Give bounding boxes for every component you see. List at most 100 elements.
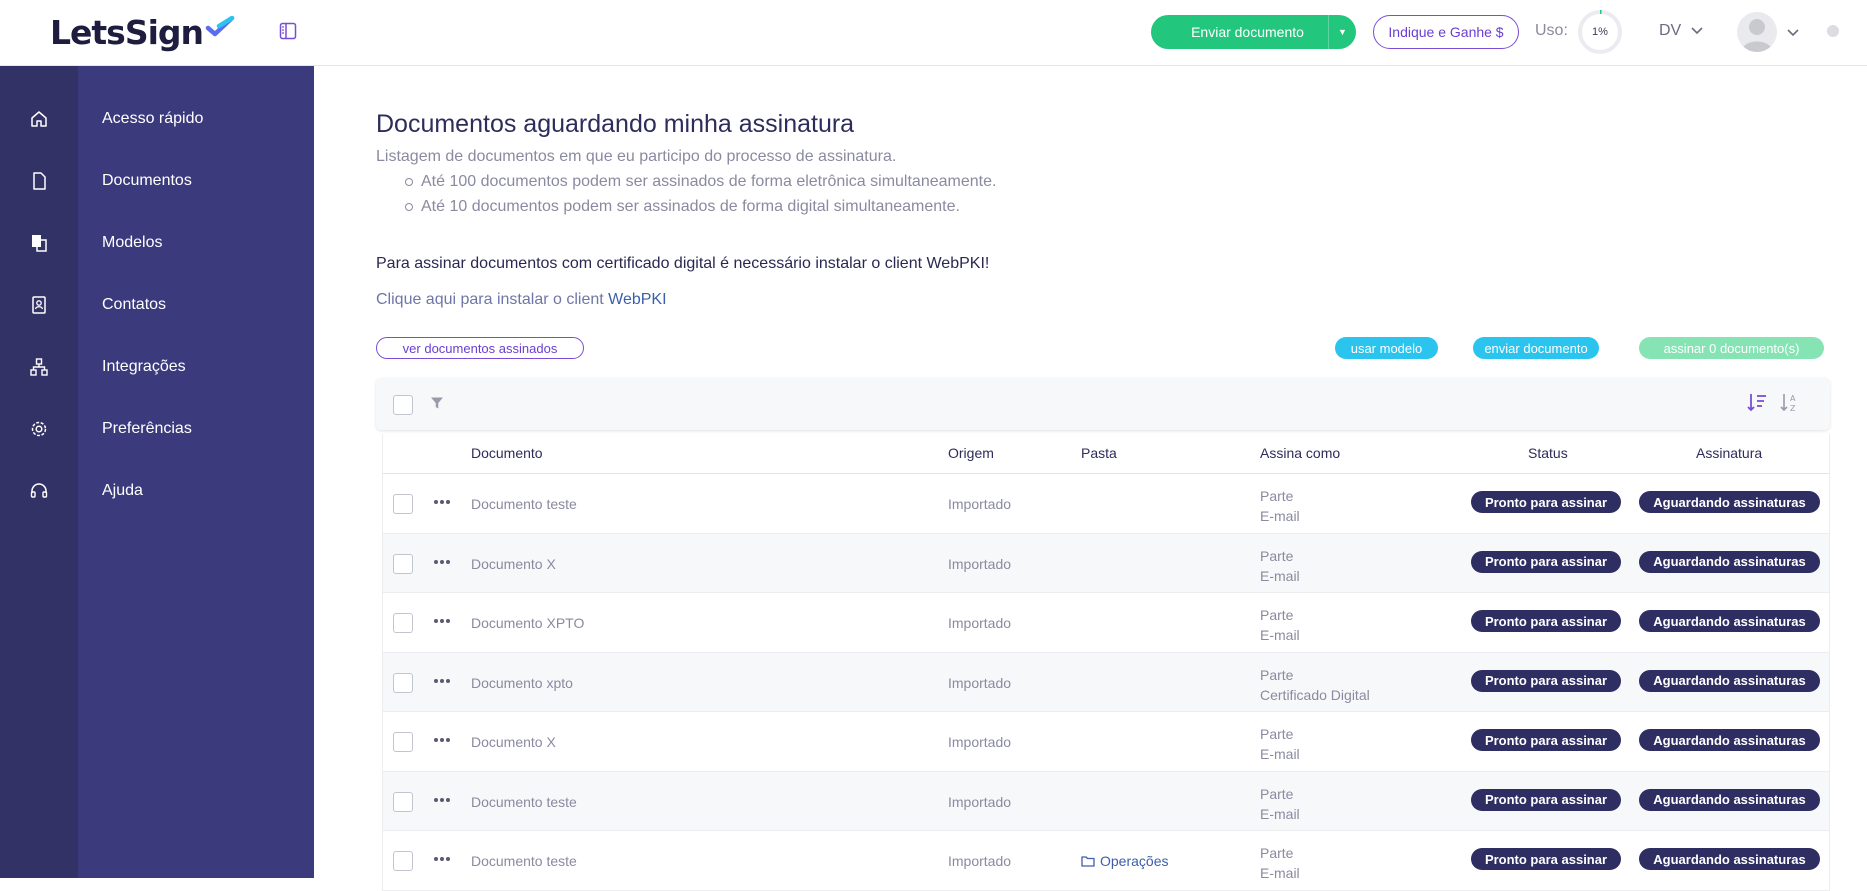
headset-icon: [0, 481, 78, 501]
avatar[interactable]: [1737, 12, 1777, 52]
page-subtitle: Listagem de documentos em que eu partici…: [376, 148, 897, 165]
document-name[interactable]: Documento teste: [471, 496, 577, 512]
documents-table: Documento Origem Pasta Assina como Statu…: [382, 434, 1830, 891]
refer-and-earn-button[interactable]: Indique e Ganhe $: [1373, 15, 1519, 49]
templates-icon: [0, 233, 78, 253]
sign-method: E-mail: [1260, 567, 1300, 584]
sidebar-item-documents[interactable]: Documentos: [0, 159, 314, 203]
select-all-checkbox[interactable]: [393, 395, 413, 415]
more-options-icon[interactable]: [431, 671, 453, 691]
column-header-status[interactable]: Status: [1528, 445, 1568, 461]
user-initials-menu[interactable]: DV: [1659, 22, 1703, 40]
sort-alphabetical-icon[interactable]: AZ: [1779, 392, 1801, 419]
signature-status-badge: Aguardando assinaturas: [1639, 669, 1820, 692]
send-document-label: Enviar documento: [1191, 24, 1304, 40]
document-name[interactable]: Documento X: [471, 734, 556, 750]
table-row[interactable]: Documento X Importado Parte E-mail Pronto pa…: [383, 533, 1829, 593]
filter-icon[interactable]: [430, 396, 444, 415]
sidebar-item-contacts[interactable]: Contatos: [0, 283, 314, 327]
install-webpki-link[interactable]: WebPKI: [608, 291, 666, 308]
table-row[interactable]: Documento teste Importado Parte E-mail Pront…: [383, 771, 1829, 831]
sidebar-item-quick-access[interactable]: Acesso rápido: [0, 97, 314, 141]
sidebar-item-label: Integrações: [102, 358, 186, 375]
signature-status-badge: Aguardando assinaturas: [1639, 550, 1820, 573]
sign-method: Certificado Digital: [1260, 686, 1370, 703]
folder-link[interactable]: Operações: [1081, 853, 1168, 869]
column-header-document[interactable]: Documento: [471, 445, 543, 461]
svg-text:Z: Z: [1790, 404, 1796, 413]
column-header-sign-as[interactable]: Assina como: [1260, 445, 1340, 461]
column-header-folder[interactable]: Pasta: [1081, 445, 1117, 461]
sidebar-item-label: Preferências: [102, 420, 192, 437]
use-template-button[interactable]: usar modelo: [1335, 337, 1438, 359]
limits-list: Até 100 documentos podem ser assinados d…: [404, 172, 996, 222]
send-document-small-button[interactable]: enviar documento: [1473, 337, 1599, 359]
more-options-icon[interactable]: [431, 730, 453, 750]
table-row[interactable]: Documento teste Importado Parte E-mail Pront…: [383, 474, 1829, 534]
sidebar-item-label: Modelos: [102, 234, 163, 251]
sidebar-item-preferences[interactable]: Preferências: [0, 407, 314, 451]
sidebar-item-integrations[interactable]: Integrações: [0, 345, 314, 389]
document-origin: Importado: [948, 555, 1012, 572]
row-checkbox[interactable]: [393, 791, 413, 812]
logo[interactable]: LetsSign: [50, 12, 235, 52]
webpki-note: Para assinar documentos com certificado …: [376, 255, 990, 272]
table-row[interactable]: Documento XPTO Importado Parte E-mail Pronto…: [383, 593, 1829, 653]
more-options-icon[interactable]: [431, 611, 453, 631]
sidebar-item-templates[interactable]: Modelos: [0, 221, 314, 265]
signature-status-badge: Aguardando assinaturas: [1639, 729, 1820, 751]
chevron-down-icon[interactable]: [1787, 24, 1799, 42]
row-checkbox[interactable]: [393, 672, 413, 693]
status-badge: Pronto para assinar: [1471, 550, 1621, 573]
list-item: Até 100 documentos podem ser assinados d…: [404, 172, 996, 197]
more-options-icon[interactable]: [431, 790, 453, 810]
sign-method: E-mail: [1260, 508, 1300, 524]
table-row[interactable]: Documento X Importado Parte E-mail Pronto pa…: [383, 712, 1829, 772]
row-checkbox[interactable]: [393, 613, 413, 633]
install-prefix: Clique aqui para instalar o client: [376, 291, 609, 308]
page-title: Documentos aguardando minha assinatura: [376, 110, 855, 138]
folder-icon: [1081, 856, 1095, 867]
sign-role: Parte: [1260, 547, 1294, 564]
send-document-button[interactable]: Enviar documento ▼: [1151, 15, 1356, 49]
logo-text: LetsSign: [50, 12, 204, 52]
status-badge: Pronto para assinar: [1471, 729, 1621, 751]
svg-text:A: A: [1790, 394, 1796, 403]
view-signed-documents-button[interactable]: ver documentos assinados: [376, 337, 584, 359]
document-origin: Importado: [948, 496, 1012, 512]
user-initials: DV: [1659, 22, 1682, 39]
row-checkbox[interactable]: [393, 494, 413, 514]
column-header-origin[interactable]: Origem: [948, 445, 994, 461]
online-status-dot: [1827, 25, 1839, 37]
signature-status-badge: Aguardando assinaturas: [1639, 610, 1820, 632]
row-checkbox[interactable]: [393, 553, 413, 574]
document-name[interactable]: Documento XPTO: [471, 615, 584, 631]
row-checkbox[interactable]: [393, 732, 413, 752]
sign-documents-button[interactable]: assinar 0 documento(s): [1639, 337, 1824, 359]
sidebar-item-help[interactable]: Ajuda: [0, 469, 314, 513]
more-options-icon[interactable]: [431, 552, 453, 572]
send-dropdown-caret-icon[interactable]: ▼: [1328, 15, 1356, 49]
sign-as-cell: Parte E-mail: [1260, 546, 1300, 586]
table-row[interactable]: Documento teste Importado Operações Parte E-…: [383, 831, 1829, 891]
row-checkbox[interactable]: [393, 851, 413, 871]
sort-descending-icon[interactable]: [1746, 392, 1768, 419]
sign-as-cell: Parte E-mail: [1260, 724, 1300, 764]
document-name[interactable]: Documento xpto: [471, 675, 573, 691]
sign-as-cell: Parte E-mail: [1260, 486, 1300, 526]
document-name[interactable]: Documento X: [471, 556, 556, 572]
sign-role: Parte: [1260, 488, 1294, 504]
contacts-icon: [0, 295, 78, 315]
more-options-icon[interactable]: [431, 849, 453, 869]
document-origin: Importado: [948, 674, 1012, 691]
gear-icon: [0, 419, 78, 439]
document-name[interactable]: Documento teste: [471, 794, 577, 810]
sign-role: Parte: [1260, 785, 1294, 802]
document-name[interactable]: Documento teste: [471, 853, 577, 869]
sign-method: E-mail: [1260, 746, 1300, 762]
table-row[interactable]: Documento xpto Importado Parte Certificado …: [383, 652, 1829, 712]
column-header-signature[interactable]: Assinatura: [1696, 445, 1762, 461]
sign-method: E-mail: [1260, 865, 1300, 881]
more-options-icon[interactable]: [431, 492, 453, 512]
sidebar-toggle-icon[interactable]: [279, 22, 301, 42]
